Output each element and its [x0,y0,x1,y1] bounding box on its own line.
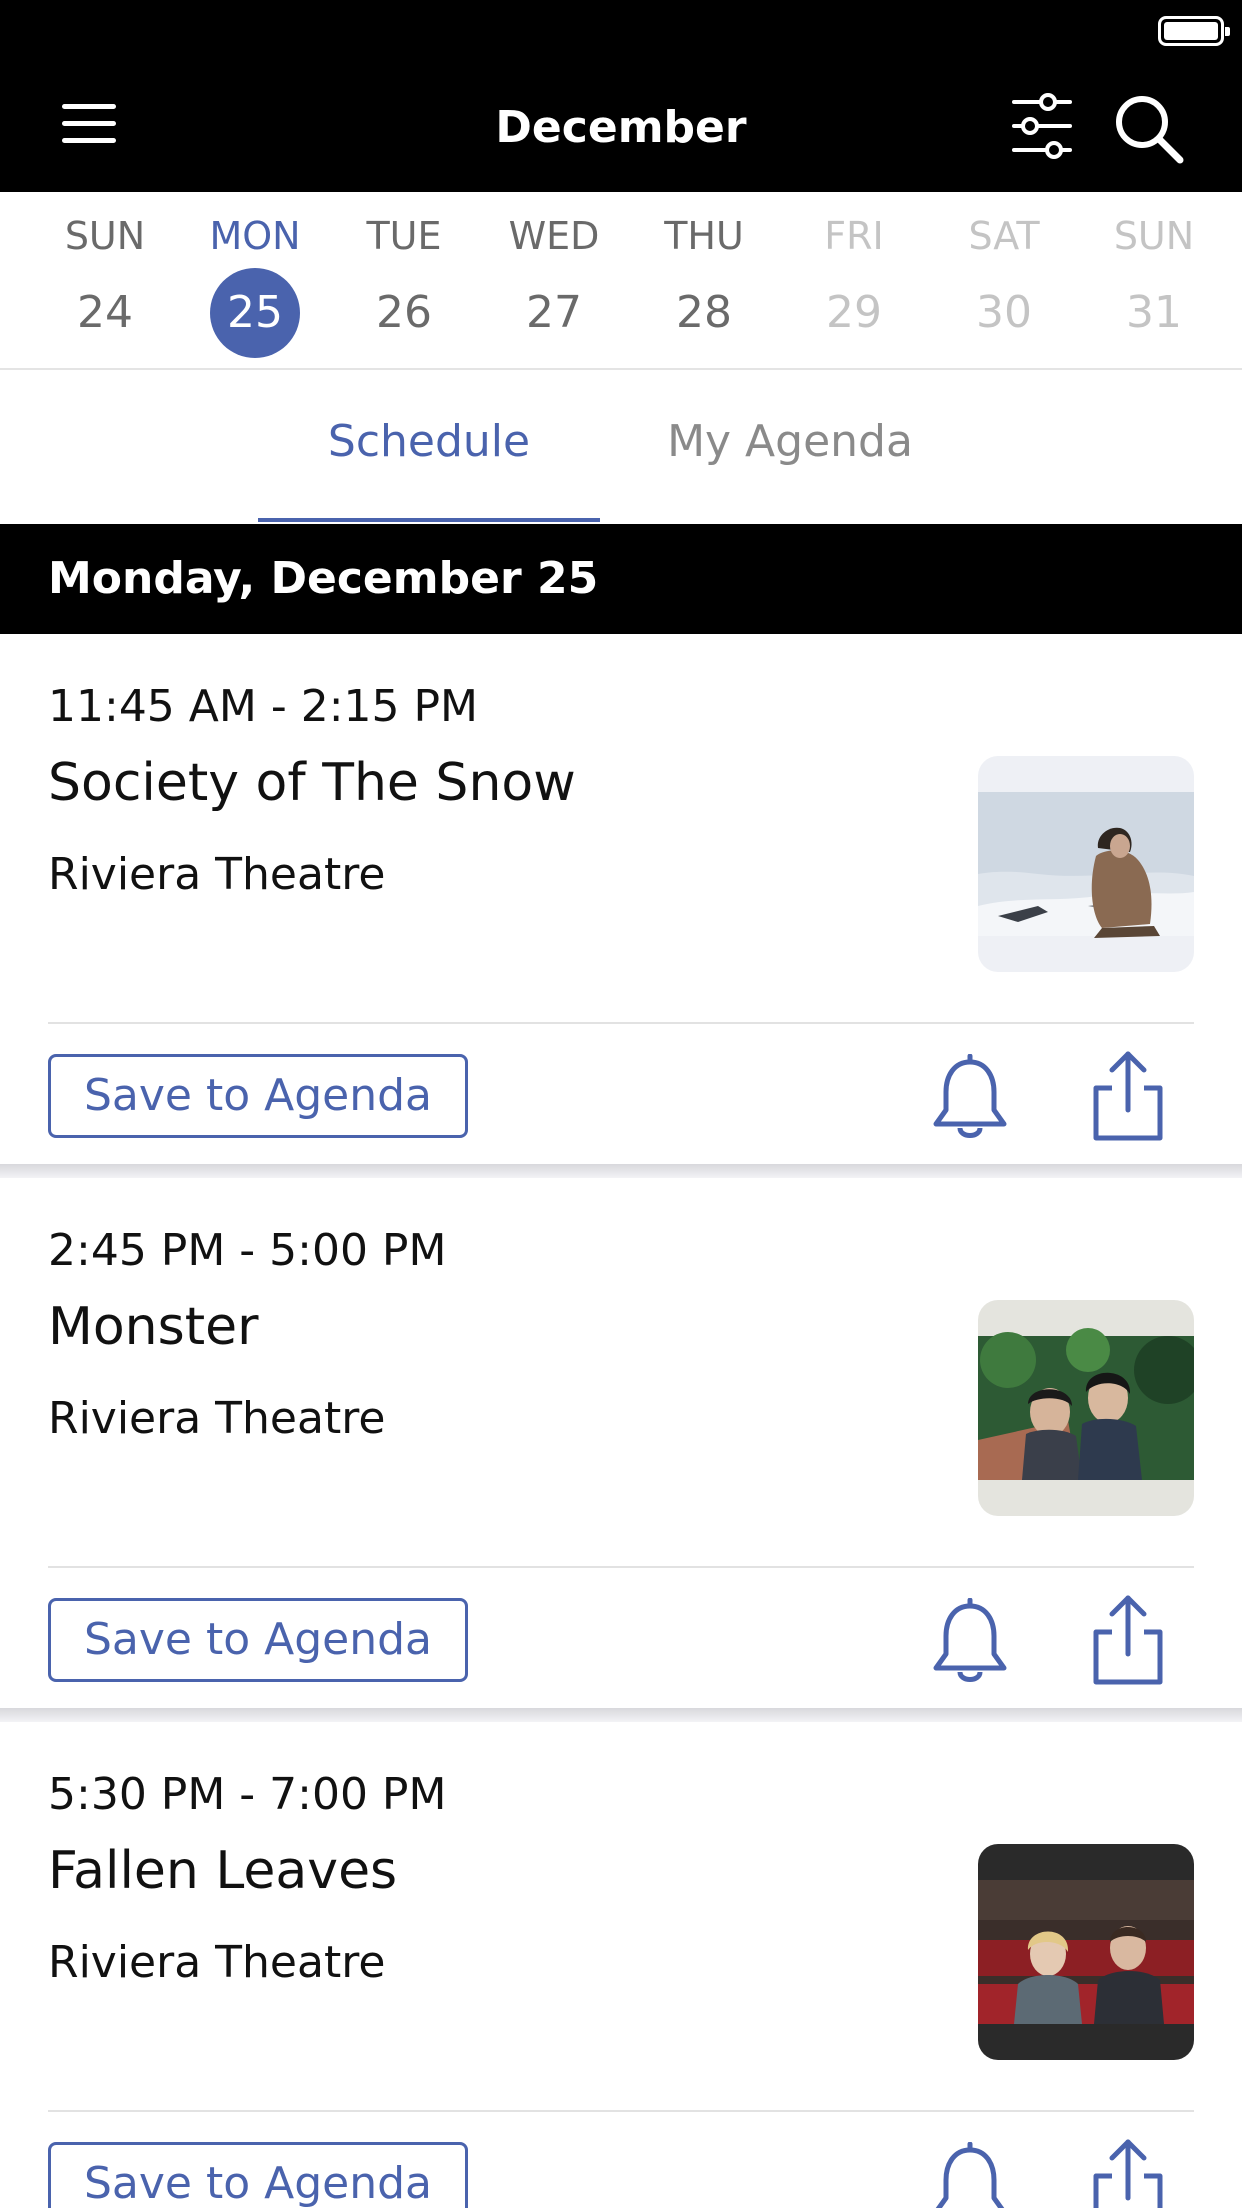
view-tabs: Schedule My Agenda [0,372,1242,524]
reminder-button[interactable] [928,1053,1012,1144]
event-card[interactable]: 11:45 AM - 2:15 PM Society of The Snow R… [0,634,1242,1164]
event-card[interactable]: 2:45 PM - 5:00 PM Monster Riviera Theatr… [0,1178,1242,1708]
day-thu-28[interactable]: THU 28 [634,212,774,358]
day-of-week-label: SAT [968,214,1040,258]
event-thumbnail[interactable] [978,1300,1194,1516]
date-section-header: Monday, December 25 [0,524,1242,634]
card-divider [48,2110,1194,2112]
day-number: 31 [1126,287,1182,338]
day-sun-24[interactable]: SUN 24 [35,212,175,358]
day-tue-26[interactable]: TUE 26 [334,212,474,358]
day-number: 24 [77,287,133,338]
battery-icon [1158,16,1230,46]
bell-icon [935,2141,1005,2208]
search-icon [1116,96,1184,164]
day-mon-25[interactable]: MON 25 [185,212,325,358]
share-button[interactable] [1088,1592,1168,1688]
day-of-week-label: FRI [824,214,884,258]
day-of-week-label: SUN [64,214,146,258]
event-title[interactable]: Fallen Leaves [48,1836,397,1906]
share-button[interactable] [1088,2136,1168,2208]
day-of-week-label: TUE [366,214,442,258]
event-title[interactable]: Monster [48,1292,259,1362]
event-thumbnail[interactable] [978,756,1194,972]
card-separator [0,1708,1242,1722]
filter-button[interactable] [1010,92,1074,160]
bell-icon [933,1597,1007,1682]
tab-my-agenda[interactable]: My Agenda [640,412,940,472]
share-icon [1093,2139,1163,2208]
event-venue: Riviera Theatre [48,849,386,900]
event-time: 5:30 PM - 7:00 PM [48,1769,447,1820]
card-divider [48,1566,1194,1568]
week-date-strip: SUN 24 MON 25 TUE 26 WED 27 THU 28 FRI 2… [0,192,1242,370]
reminder-button[interactable] [928,2141,1012,2208]
share-icon [1093,1051,1163,1141]
day-fri-29[interactable]: FRI 29 [784,212,924,358]
event-time: 11:45 AM - 2:15 PM [48,681,478,732]
day-number: 27 [526,287,582,338]
tab-schedule[interactable]: Schedule [258,412,600,472]
day-sun-31[interactable]: SUN 31 [1084,212,1224,358]
search-button[interactable] [1112,92,1186,166]
card-divider [48,1022,1194,1024]
card-separator [0,1164,1242,1178]
fallen-leaves-film-still [978,1844,1194,2060]
sliders-filter-icon [1012,93,1072,159]
reminder-button[interactable] [928,1597,1012,1688]
bell-icon [933,1053,1007,1138]
day-number: 29 [826,287,882,338]
event-venue: Riviera Theatre [48,1937,386,1988]
event-time: 2:45 PM - 5:00 PM [48,1225,447,1276]
app-header: December [0,0,1242,192]
monster-film-still [978,1300,1194,1516]
section-header-label: Monday, December 25 [48,553,599,604]
day-of-week-label: THU [664,214,744,258]
day-of-week-label: WED [508,214,600,258]
day-sat-30[interactable]: SAT 30 [934,212,1074,358]
day-wed-27[interactable]: WED 27 [484,212,624,358]
day-of-week-label: SUN [1113,214,1195,258]
share-icon [1093,1595,1163,1685]
save-to-agenda-button[interactable]: Save to Agenda [48,2142,468,2208]
day-number: 25 [210,268,300,358]
active-tab-indicator [258,518,600,522]
day-of-week-label: MON [209,214,301,258]
event-venue: Riviera Theatre [48,1393,386,1444]
day-number: 30 [976,287,1032,338]
save-to-agenda-button[interactable]: Save to Agenda [48,1054,468,1138]
save-to-agenda-button[interactable]: Save to Agenda [48,1598,468,1682]
snow-film-still [978,756,1194,972]
event-card[interactable]: 5:30 PM - 7:00 PM Fallen Leaves Riviera … [0,1722,1242,2208]
day-number: 26 [376,287,432,338]
day-number: 28 [676,287,732,338]
share-button[interactable] [1088,1048,1168,1144]
event-thumbnail[interactable] [978,1844,1194,2060]
event-title[interactable]: Society of The Snow [48,748,576,818]
